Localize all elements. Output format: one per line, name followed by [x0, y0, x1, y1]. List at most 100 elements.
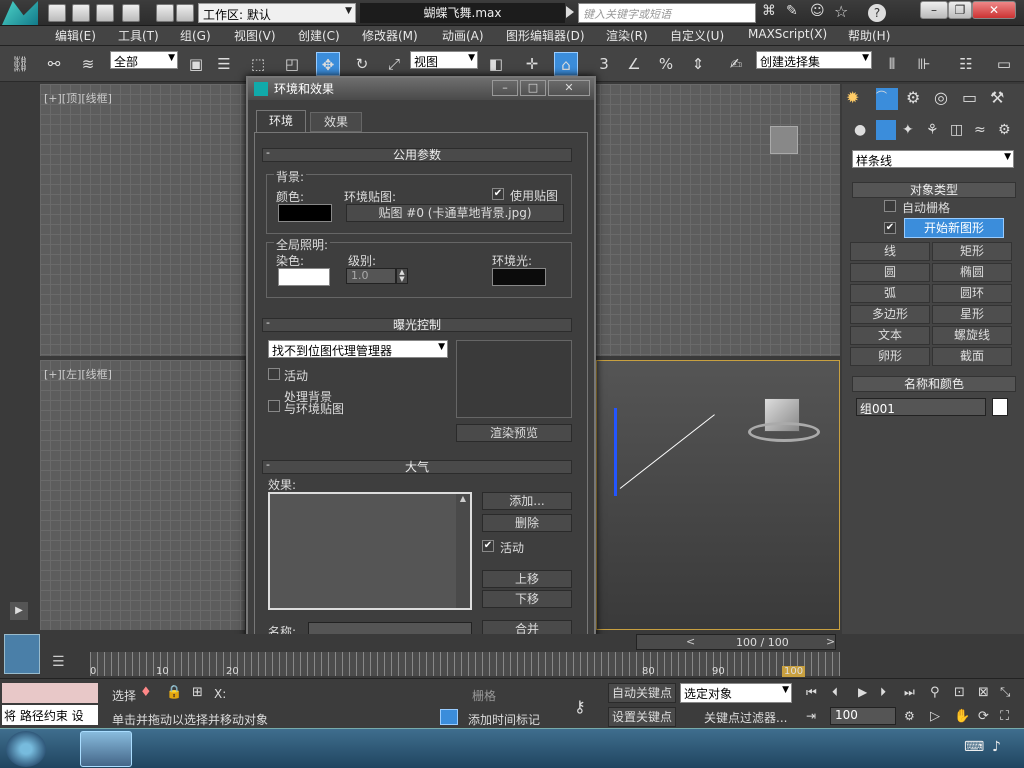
create-tab-icon[interactable]: ✹: [846, 88, 868, 110]
auto-key-button[interactable]: 自动关键点: [608, 683, 676, 703]
exposure-control-header[interactable]: 曝光控制: [262, 318, 572, 332]
maximize-viewport-icon[interactable]: ⛶: [1000, 709, 1009, 724]
shape-rectangle-button[interactable]: 矩形: [932, 242, 1012, 261]
dialog-minimize-button[interactable]: –: [492, 80, 518, 96]
graphite-toolbar-icon[interactable]: ▭: [992, 52, 1016, 76]
environment-map-button[interactable]: 贴图 #0 (卡通草地背景.jpg): [346, 204, 564, 222]
key-mode-select[interactable]: 选定对象: [680, 683, 792, 703]
edit-named-selections-icon[interactable]: ✍: [724, 52, 748, 76]
display-tab-icon[interactable]: ▭: [962, 88, 977, 107]
reference-coord-select[interactable]: 视图: [410, 51, 478, 69]
viewcube-icon[interactable]: [770, 126, 798, 154]
project-folder-icon[interactable]: [176, 4, 194, 22]
menu-group[interactable]: 组(G): [180, 27, 211, 44]
key-search-icon[interactable]: ✎: [786, 3, 798, 19]
taskbar-3dsmax-icon[interactable]: [80, 731, 132, 767]
effects-list[interactable]: [268, 492, 472, 610]
frame-indicator[interactable]: 100 / 100: [736, 636, 789, 649]
start-button[interactable]: [6, 731, 46, 767]
viewport-top-label[interactable]: [+][顶][线框]: [44, 90, 112, 106]
goto-end-icon[interactable]: ⏭: [904, 685, 915, 700]
search-input[interactable]: 键入关键字或短语: [578, 3, 756, 23]
modify-tab-icon[interactable]: ⌒: [876, 88, 898, 110]
name-color-header[interactable]: 名称和颜色: [852, 376, 1016, 392]
search-arrow-icon[interactable]: [566, 6, 574, 18]
link-icon[interactable]: ⛓: [8, 52, 32, 76]
shape-egg-button[interactable]: 卵形: [850, 347, 930, 366]
shape-star-button[interactable]: 星形: [932, 305, 1012, 324]
help-icon[interactable]: ?: [868, 4, 886, 22]
viewport-perspective[interactable]: [596, 360, 840, 630]
start-new-shape-button[interactable]: 开始新图形: [904, 218, 1004, 238]
redo-icon[interactable]: [156, 4, 174, 22]
object-color-swatch[interactable]: [992, 398, 1008, 416]
menu-modifiers[interactable]: 修改器(M): [362, 27, 418, 44]
viewport-left-label[interactable]: [+][左][线框]: [44, 366, 112, 382]
atmos-active-checkbox[interactable]: ✔: [482, 540, 494, 552]
dialog-maximize-button[interactable]: □: [520, 80, 546, 96]
abs-mode-icon[interactable]: ⊞: [192, 685, 203, 700]
move-down-button[interactable]: 下移: [482, 590, 572, 608]
render-preview-button[interactable]: 渲染预览: [456, 424, 572, 442]
rect-selection-icon[interactable]: ⬚: [246, 52, 270, 76]
add-time-tag-button[interactable]: 添加时间标记: [468, 711, 540, 728]
utilities-tab-icon[interactable]: ⚒: [990, 88, 1004, 107]
autogrid-checkbox[interactable]: [884, 200, 896, 212]
shape-line-button[interactable]: 线: [850, 242, 930, 261]
minimize-button[interactable]: –: [920, 1, 948, 19]
new-file-icon[interactable]: [48, 4, 66, 22]
time-config-icon[interactable]: ⚙: [904, 709, 915, 723]
time-slider-prev-icon[interactable]: <: [686, 635, 695, 648]
tab-effects[interactable]: 效果: [310, 112, 362, 132]
use-map-checkbox[interactable]: ✔: [492, 188, 504, 200]
shape-text-button[interactable]: 文本: [850, 326, 930, 345]
menu-views[interactable]: 视图(V): [234, 27, 276, 44]
undo-icon[interactable]: [122, 4, 140, 22]
lights-icon[interactable]: ✦: [902, 122, 914, 138]
atmosphere-header[interactable]: 大气: [262, 460, 572, 474]
geometry-icon[interactable]: ●: [854, 122, 866, 138]
level-spinner[interactable]: 1.0: [346, 268, 396, 284]
open-file-icon[interactable]: [72, 4, 90, 22]
favorite-star-icon[interactable]: ☆: [834, 2, 848, 21]
zoom-all-icon[interactable]: ⊡: [954, 685, 965, 700]
menu-edit[interactable]: 编辑(E): [55, 27, 96, 44]
restore-button[interactable]: ❐: [948, 1, 972, 19]
shapes-icon[interactable]: [876, 120, 896, 140]
maxscript-listener[interactable]: [2, 683, 98, 703]
shape-helix-button[interactable]: 螺旋线: [932, 326, 1012, 345]
angle-snap-icon[interactable]: ∠: [622, 52, 646, 76]
menu-help[interactable]: 帮助(H): [848, 27, 890, 44]
keyboard-shortcut-icon[interactable]: ⌂: [554, 52, 578, 76]
key-filters-button[interactable]: 关键点过滤器...: [704, 709, 787, 726]
zoom-icon[interactable]: ⚲: [930, 685, 940, 700]
effects-list-scrollbar[interactable]: ▲: [456, 494, 470, 608]
common-params-header[interactable]: 公用参数: [262, 148, 572, 162]
zoom-extents-all-icon[interactable]: ⤡: [1000, 685, 1010, 700]
key-mode-toggle-icon[interactable]: ⇥: [806, 709, 816, 723]
unlink-icon[interactable]: ⚯: [42, 52, 66, 76]
select-manipulate-icon[interactable]: ✛: [520, 52, 544, 76]
object-name-input[interactable]: 组001: [856, 398, 986, 416]
shape-arc-button[interactable]: 弧: [850, 284, 930, 303]
systems-icon[interactable]: ⚙: [998, 122, 1011, 138]
set-key-button[interactable]: 设置关键点: [608, 707, 676, 727]
window-crossing-icon[interactable]: ◰: [280, 52, 304, 76]
shape-ngon-button[interactable]: 多边形: [850, 305, 930, 324]
selection-filter-select[interactable]: 全部: [110, 51, 178, 69]
named-selection-set-select[interactable]: 创建选择集: [756, 51, 872, 69]
current-frame-input[interactable]: 100: [830, 707, 896, 725]
tab-environment[interactable]: 环境: [256, 110, 306, 132]
level-spinner-arrows-icon[interactable]: ▲ ▼: [396, 268, 408, 284]
rollout-minus-icon[interactable]: -: [266, 146, 270, 159]
percent-snap-icon[interactable]: %: [654, 52, 678, 76]
menu-graph-editors[interactable]: 图形编辑器(D): [506, 27, 585, 44]
menu-customize[interactable]: 自定义(U): [670, 27, 724, 44]
menu-tools[interactable]: 工具(T): [118, 27, 159, 44]
menu-animation[interactable]: 动画(A): [442, 27, 484, 44]
goto-start-icon[interactable]: ⏮: [806, 685, 817, 700]
move-icon[interactable]: ✥: [316, 52, 340, 76]
atmosphere-minus-icon[interactable]: -: [266, 458, 270, 471]
app-logo-icon[interactable]: [2, 1, 38, 25]
play-viewport-icon[interactable]: ▶: [10, 602, 28, 620]
